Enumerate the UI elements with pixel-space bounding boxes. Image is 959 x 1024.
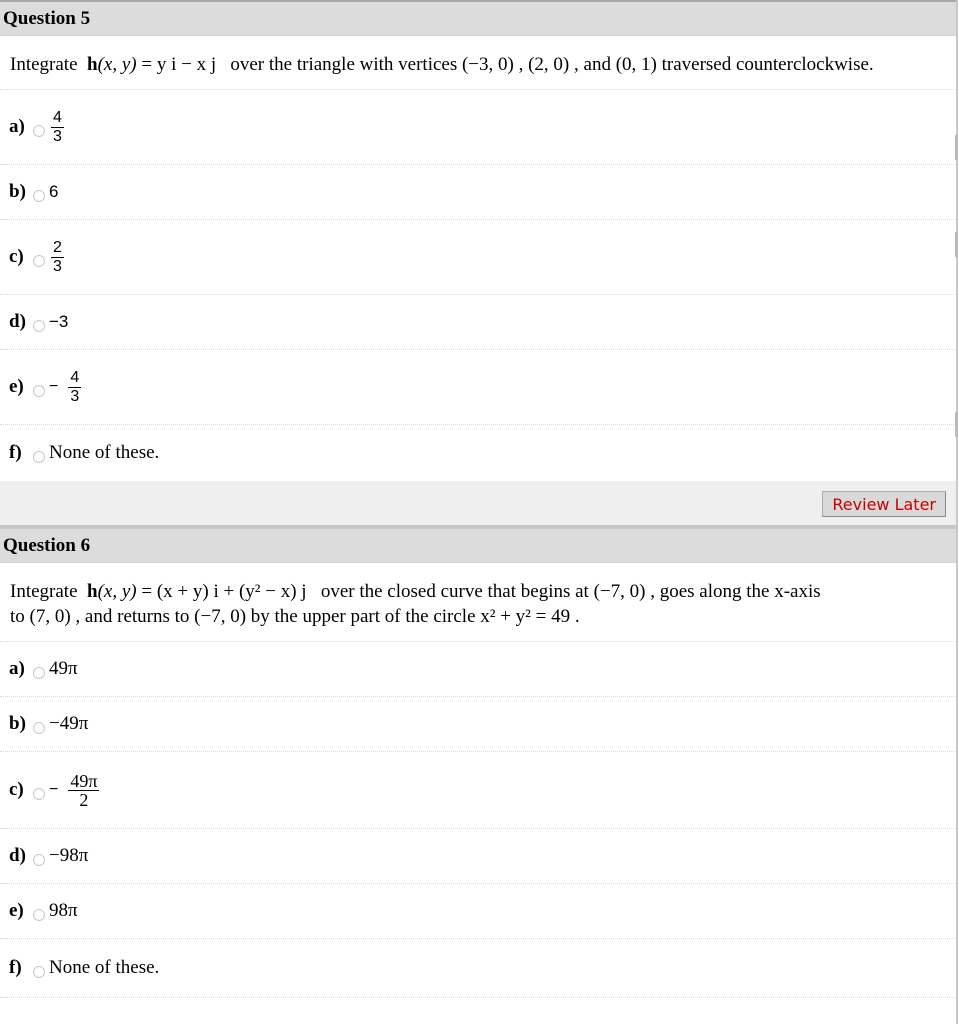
option-e[interactable]: e) − 43 <box>0 350 956 425</box>
radio-button[interactable] <box>33 667 45 679</box>
fraction: 43 <box>68 368 82 405</box>
radio-button[interactable] <box>33 788 45 800</box>
radio-button[interactable] <box>33 909 45 921</box>
option-b[interactable]: b) −49π <box>0 697 956 752</box>
question-5: Question 5 Integrate h(x, y) = y i − x j… <box>0 2 956 481</box>
option-d[interactable]: d) −3 <box>0 295 956 350</box>
vector-field-expr: (x + y) i + (y² − x) j <box>156 581 307 602</box>
option-e[interactable]: e) 98π <box>0 884 956 939</box>
option-b[interactable]: b) 6 <box>0 165 956 220</box>
option-a[interactable]: a) 43 <box>0 90 956 165</box>
option-a[interactable]: a) 49π <box>0 642 956 697</box>
review-bar: Review Later <box>0 481 956 529</box>
option-d[interactable]: d) −98π <box>0 829 956 884</box>
radio-button[interactable] <box>33 385 45 397</box>
option-c[interactable]: c) 23 <box>0 220 956 295</box>
review-later-button[interactable]: Review Later <box>822 491 946 517</box>
scrollbar-fragment <box>955 135 958 160</box>
vector-field-expr: y i − x j <box>156 54 217 75</box>
question-6: Question 6 Integrate h(x, y) = (x + y) i… <box>0 529 956 998</box>
question-text: Integrate h(x, y) = y i − x j over the t… <box>0 36 956 90</box>
radio-button[interactable] <box>33 451 45 463</box>
radio-button[interactable] <box>33 966 45 978</box>
scrollbar-fragment <box>955 412 958 437</box>
quiz-page: Question 5 Integrate h(x, y) = y i − x j… <box>0 0 958 1024</box>
radio-button[interactable] <box>33 320 45 332</box>
radio-button[interactable] <box>33 125 45 137</box>
question-text: Integrate h(x, y) = (x + y) i + (y² − x)… <box>0 563 956 642</box>
radio-button[interactable] <box>33 854 45 866</box>
option-f[interactable]: f) None of these. <box>0 939 956 998</box>
radio-button[interactable] <box>33 190 45 202</box>
radio-button[interactable] <box>33 255 45 267</box>
fraction: 43 <box>51 108 64 145</box>
option-f[interactable]: f) None of these. <box>0 425 956 481</box>
question-title: Question 5 <box>0 2 956 36</box>
option-c[interactable]: c) − 49π 2 <box>0 752 956 829</box>
radio-button[interactable] <box>33 722 45 734</box>
fraction: 49π 2 <box>68 770 100 810</box>
scrollbar-fragment <box>955 232 958 257</box>
question-title: Question 6 <box>0 529 956 563</box>
fraction: 23 <box>51 238 64 275</box>
